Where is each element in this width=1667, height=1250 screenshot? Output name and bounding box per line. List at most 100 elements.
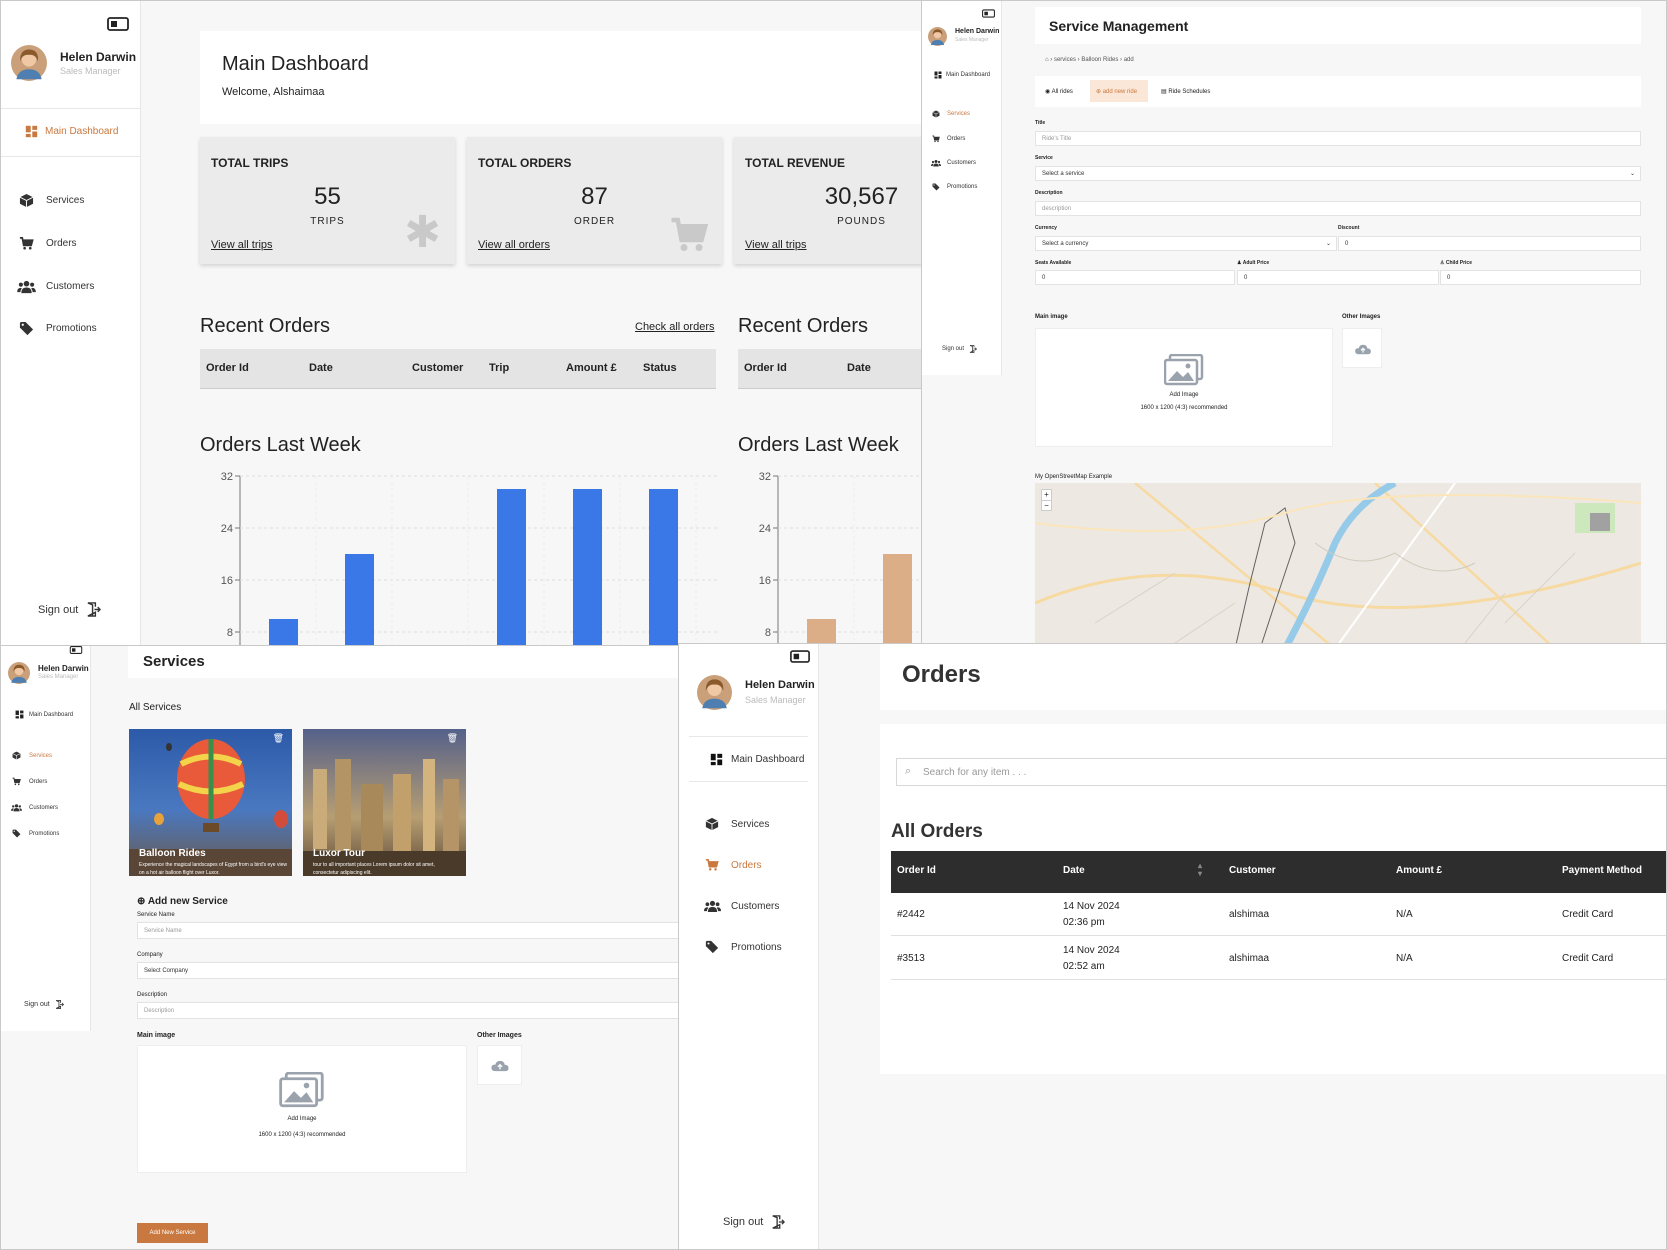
signout-button[interactable]: Sign out bbox=[24, 1000, 64, 1009]
nav-orders[interactable]: Orders bbox=[12, 777, 47, 786]
nav-customers[interactable]: Customers bbox=[11, 803, 58, 812]
chart-bar[interactable] bbox=[649, 489, 678, 646]
company-select[interactable]: Select Company bbox=[137, 962, 679, 979]
signout-label: Sign out bbox=[942, 346, 965, 352]
adult-price-input[interactable]: 0 bbox=[1237, 270, 1439, 285]
y-tick-label: 24 bbox=[221, 523, 233, 535]
signout-button[interactable]: Sign out bbox=[723, 1215, 785, 1229]
nav-customers[interactable]: Customers bbox=[931, 159, 976, 167]
user-name: Helen Darwin bbox=[38, 664, 89, 673]
stat-card-link[interactable]: View all orders bbox=[478, 239, 550, 251]
col-date: Date bbox=[309, 362, 333, 374]
nav-services[interactable]: Services bbox=[19, 193, 84, 208]
nav-services[interactable]: Services bbox=[12, 751, 52, 760]
table-row[interactable]: #2442 14 Nov 2024 02:36 pm alshimaa N/A … bbox=[891, 893, 1666, 936]
zoom-out-button[interactable]: − bbox=[1042, 501, 1051, 511]
trash-icon[interactable]: 🗑 bbox=[273, 733, 284, 744]
chart-bar[interactable] bbox=[269, 619, 298, 646]
dashboard-icon bbox=[25, 125, 38, 138]
company-label: Company bbox=[137, 952, 163, 958]
map[interactable]: + − bbox=[1035, 483, 1641, 647]
search-box[interactable]: ⌕ Search for any item . . . bbox=[896, 758, 1666, 786]
child-icon: ♙ bbox=[1440, 260, 1445, 266]
service-name-input[interactable]: Service Name bbox=[137, 922, 679, 939]
nav-orders[interactable]: Orders bbox=[19, 236, 77, 251]
dashboard-icon bbox=[15, 710, 24, 719]
tab-add-new-ride[interactable]: ⊕ add new ride bbox=[1090, 80, 1148, 102]
nav-main-dashboard[interactable]: Main Dashboard bbox=[934, 71, 990, 79]
chevron-down-icon: ⌄ bbox=[1629, 171, 1635, 177]
ride-title-input[interactable]: Ride's Title bbox=[1035, 131, 1641, 146]
description-input[interactable]: Description bbox=[137, 1002, 679, 1019]
sidebar-toggle-icon[interactable] bbox=[107, 17, 129, 31]
description-input[interactable]: description bbox=[1035, 201, 1641, 216]
chart-bar[interactable] bbox=[345, 554, 374, 646]
user-name: Helen Darwin bbox=[745, 679, 815, 691]
other-images-upload[interactable] bbox=[1342, 328, 1382, 368]
adult-price-label-text: Adult Price bbox=[1242, 260, 1270, 266]
table-row[interactable]: #3513 14 Nov 2024 02:52 am alshimaa N/A … bbox=[891, 937, 1666, 980]
nav-main-dashboard[interactable]: Main Dashboard bbox=[710, 753, 804, 766]
breadcrumb-add: add bbox=[1123, 57, 1134, 63]
stat-card-link[interactable]: View all trips bbox=[211, 239, 273, 251]
main-image-dropzone[interactable]: Add Image 1600 x 1200 (4:3) recommended bbox=[1035, 328, 1333, 447]
tab-all-rides[interactable]: ◉ All rides bbox=[1045, 88, 1073, 95]
description-label: Description bbox=[1035, 190, 1063, 196]
add-new-service-button[interactable]: Add New Service bbox=[137, 1223, 208, 1243]
stat-card-title: TOTAL ORDERS bbox=[478, 156, 572, 170]
nav-promotions[interactable]: Promotions bbox=[12, 829, 59, 838]
trash-icon[interactable]: 🗑 bbox=[447, 733, 458, 744]
stat-card-link[interactable]: View all trips bbox=[745, 239, 807, 251]
service-select[interactable]: Select a service ⌄ bbox=[1035, 166, 1641, 181]
seats-input[interactable]: 0 bbox=[1035, 270, 1235, 285]
signout-button[interactable]: Sign out bbox=[38, 602, 101, 617]
main-image-dropzone[interactable]: Add Image 1600 x 1200 (4:3) recommended bbox=[137, 1045, 467, 1173]
nav-orders-label: Orders bbox=[731, 859, 762, 871]
breadcrumb-balloon-rides[interactable]: Balloon Rides bbox=[1081, 57, 1118, 63]
signout-label: Sign out bbox=[38, 603, 79, 616]
box-icon bbox=[19, 193, 34, 208]
chart-bar[interactable] bbox=[807, 619, 836, 646]
nav-main-dashboard[interactable]: Main Dashboard bbox=[15, 710, 73, 719]
child-price-input[interactable]: 0 bbox=[1440, 270, 1641, 285]
zoom-in-button[interactable]: + bbox=[1042, 490, 1051, 501]
signout-button[interactable]: Sign out bbox=[942, 345, 977, 353]
other-images-label: Other Images bbox=[477, 1032, 522, 1039]
chart-bar[interactable] bbox=[883, 554, 912, 646]
nav-orders[interactable]: Orders bbox=[932, 135, 965, 143]
y-tick-label: 16 bbox=[759, 575, 771, 587]
chart-bar[interactable] bbox=[497, 489, 526, 646]
service-card[interactable]: 🗑 Luxor Tour tour to all important place… bbox=[303, 729, 466, 876]
recent-orders-header-2: Order Id Date bbox=[738, 349, 921, 389]
breadcrumb-services[interactable]: services bbox=[1054, 57, 1076, 63]
nav-customers[interactable]: Customers bbox=[704, 899, 779, 913]
chart-bar[interactable] bbox=[573, 489, 602, 646]
sidebar-toggle-icon[interactable] bbox=[69, 646, 83, 654]
tab-ride-schedules[interactable]: ▤ Ride Schedules bbox=[1161, 88, 1210, 95]
sort-icon[interactable]: ▴ ▾ bbox=[1198, 862, 1202, 878]
nav-promotions[interactable]: Promotions bbox=[932, 183, 977, 191]
stat-card-value: 87 bbox=[581, 183, 608, 210]
nav-promotions[interactable]: Promotions bbox=[19, 321, 97, 336]
map-tiles bbox=[1035, 483, 1641, 647]
image-icon bbox=[1164, 354, 1204, 386]
service-card[interactable]: 🗑 Balloon Rides Experience the magical l… bbox=[129, 729, 292, 876]
nav-services[interactable]: Services bbox=[932, 110, 970, 118]
dashboard-icon bbox=[934, 71, 942, 79]
check-all-orders-link[interactable]: Check all orders bbox=[635, 321, 714, 333]
nav-main-dashboard[interactable]: Main Dashboard bbox=[25, 125, 118, 138]
col-status: Status bbox=[643, 362, 677, 374]
nav-services[interactable]: Services bbox=[705, 817, 769, 831]
discount-input[interactable]: 0 bbox=[1338, 236, 1641, 251]
other-images-upload[interactable] bbox=[477, 1045, 522, 1085]
currency-select[interactable]: Select a currency ⌄ bbox=[1035, 236, 1337, 251]
nav-orders[interactable]: Orders bbox=[705, 858, 762, 872]
sidebar-toggle-icon[interactable] bbox=[982, 9, 995, 18]
nav-customers[interactable]: Customers bbox=[17, 279, 94, 294]
nav-promotions[interactable]: Promotions bbox=[705, 940, 782, 954]
signout-icon bbox=[771, 1215, 785, 1229]
home-icon[interactable]: ⌂ bbox=[1045, 57, 1049, 63]
nav-promotions-label: Promotions bbox=[29, 830, 60, 837]
sidebar-toggle-icon[interactable] bbox=[790, 650, 810, 663]
asterisk-icon: ✱ bbox=[404, 208, 441, 257]
